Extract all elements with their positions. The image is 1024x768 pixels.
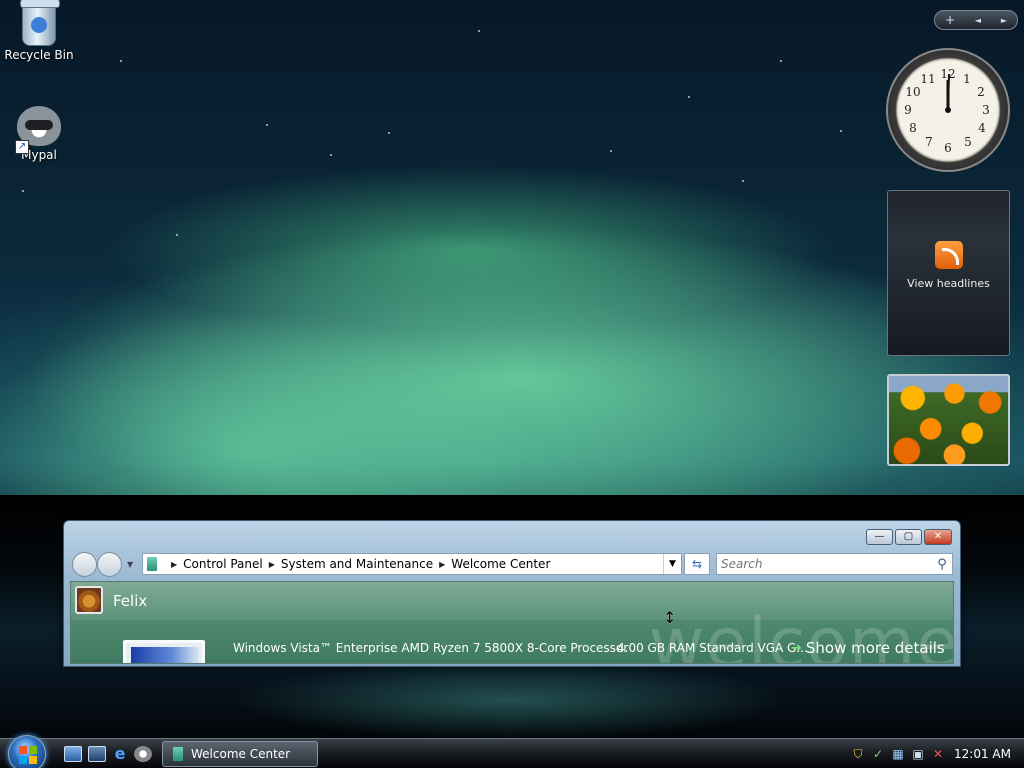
maximize-button[interactable]: ▢	[895, 529, 922, 545]
svg-text:6: 6	[944, 141, 952, 155]
svg-text:9: 9	[904, 103, 912, 117]
close-button[interactable]: ✕	[924, 529, 952, 545]
taskbar-clock[interactable]: 12:01 AM	[954, 747, 1011, 761]
address-bar[interactable]: ▶ Control Panel ▶ System and Maintenance…	[142, 553, 682, 575]
clock-gadget[interactable]: 12 1 2 3 4 5 6 7 8 9 10 11	[886, 48, 1010, 172]
svg-text:10: 10	[905, 85, 920, 99]
welcome-center-content: Felix welcome Windows Vista™ Enterprise …	[70, 581, 954, 664]
show-more-details-label: Show more details	[805, 639, 945, 657]
breadcrumb-control-panel[interactable]: Control Panel	[183, 557, 263, 571]
previous-gadgets-button[interactable]: ◄	[975, 16, 981, 25]
taskbar-button-label: Welcome Center	[191, 747, 291, 761]
green-arrow-icon: ➜	[791, 640, 802, 656]
user-name: Felix	[113, 592, 148, 610]
computer-monitor-icon	[123, 640, 205, 663]
svg-text:2: 2	[977, 85, 985, 99]
internet-explorer-icon[interactable]: e	[111, 746, 129, 762]
shortcut-arrow-icon: ↗	[15, 140, 29, 154]
breadcrumb-welcome-center[interactable]: Welcome Center	[451, 557, 550, 571]
svg-text:5: 5	[964, 135, 972, 149]
slideshow-gadget[interactable]	[887, 374, 1010, 466]
mypal-icon[interactable]	[134, 746, 152, 762]
breadcrumb-system-and-maintenance[interactable]: System and Maintenance	[281, 557, 433, 571]
switch-windows-icon[interactable]	[88, 746, 106, 762]
network-icon[interactable]: ✓	[870, 746, 886, 762]
desktop-icon-recycle-bin[interactable]: Recycle Bin	[1, 0, 77, 62]
clock-face-icon: 12 1 2 3 4 5 6 7 8 9 10 11	[904, 67, 990, 155]
search-icon[interactable]: ⚲	[932, 557, 952, 572]
lake-reflection	[230, 660, 790, 740]
svg-text:7: 7	[925, 135, 933, 149]
windows-logo-icon	[19, 746, 37, 764]
start-button[interactable]	[8, 735, 46, 768]
resize-cursor-icon: ↕	[663, 608, 677, 627]
svg-text:11: 11	[920, 72, 935, 86]
welcome-center-window[interactable]: — ▢ ✕ ▼ ▶ Control Panel ▶ System and Mai…	[63, 520, 961, 667]
next-gadgets-button[interactable]: ►	[1001, 16, 1007, 25]
feed-headlines-gadget[interactable]: View headlines	[887, 190, 1010, 356]
network-connection-icon[interactable]: ▣	[910, 746, 926, 762]
navigation-bar: ▼ ▶ Control Panel ▶ System and Maintenan…	[72, 552, 954, 577]
breadcrumb-chevron-icon[interactable]: ▶	[439, 560, 445, 569]
ram-info-text: 4.00 GB RAM Standard VGA G...	[617, 641, 808, 655]
recycle-bin-icon	[20, 0, 60, 46]
volume-muted-icon[interactable]: ✕	[930, 746, 946, 762]
desktop-icon-label: Recycle Bin	[4, 48, 74, 62]
search-box: ⚲	[716, 553, 953, 575]
desktop-icon-mypal[interactable]: ↗ Mypal	[1, 106, 77, 162]
add-gadget-button[interactable]: +	[945, 13, 955, 27]
taskbar: e Welcome Center ⛉ ✓ ▦ ▣ ✕ 12:01 AM	[0, 735, 1024, 768]
rss-icon	[934, 241, 963, 269]
svg-text:3: 3	[982, 103, 990, 117]
refresh-button[interactable]: ⇆	[684, 553, 710, 575]
control-panel-icon	[173, 747, 183, 761]
svg-text:1: 1	[963, 72, 971, 86]
update-icon[interactable]: ▦	[890, 746, 906, 762]
user-avatar[interactable]	[75, 586, 103, 614]
sidebar-controls: + ◄ ►	[934, 10, 1018, 30]
security-shield-icon[interactable]: ⛉	[850, 746, 866, 762]
feed-headlines-label: View headlines	[907, 277, 990, 290]
taskbar-button-welcome-center[interactable]: Welcome Center	[162, 741, 318, 767]
address-dropdown-icon[interactable]: ▼	[663, 554, 681, 574]
breadcrumb-chevron-icon[interactable]: ▶	[269, 560, 275, 569]
breadcrumb-chevron-icon[interactable]: ▶	[171, 560, 177, 569]
control-panel-icon	[147, 557, 157, 571]
search-input[interactable]	[717, 555, 932, 573]
svg-text:8: 8	[909, 121, 917, 135]
svg-text:4: 4	[978, 121, 986, 135]
window-controls: — ▢ ✕	[866, 529, 952, 545]
minimize-button[interactable]: —	[866, 529, 893, 545]
forward-button[interactable]	[97, 552, 122, 577]
system-tray: ⛉ ✓ ▦ ▣ ✕ 12:01 AM	[850, 739, 1011, 768]
back-button[interactable]	[72, 552, 97, 577]
desktop-icon-label: Mypal	[21, 148, 57, 162]
show-desktop-icon[interactable]	[64, 746, 82, 762]
show-more-details-link[interactable]: ➜ Show more details	[791, 639, 945, 657]
recent-pages-dropdown-icon[interactable]: ▼	[127, 560, 133, 569]
system-info-text: Windows Vista™ Enterprise AMD Ryzen 7 58…	[233, 641, 629, 655]
